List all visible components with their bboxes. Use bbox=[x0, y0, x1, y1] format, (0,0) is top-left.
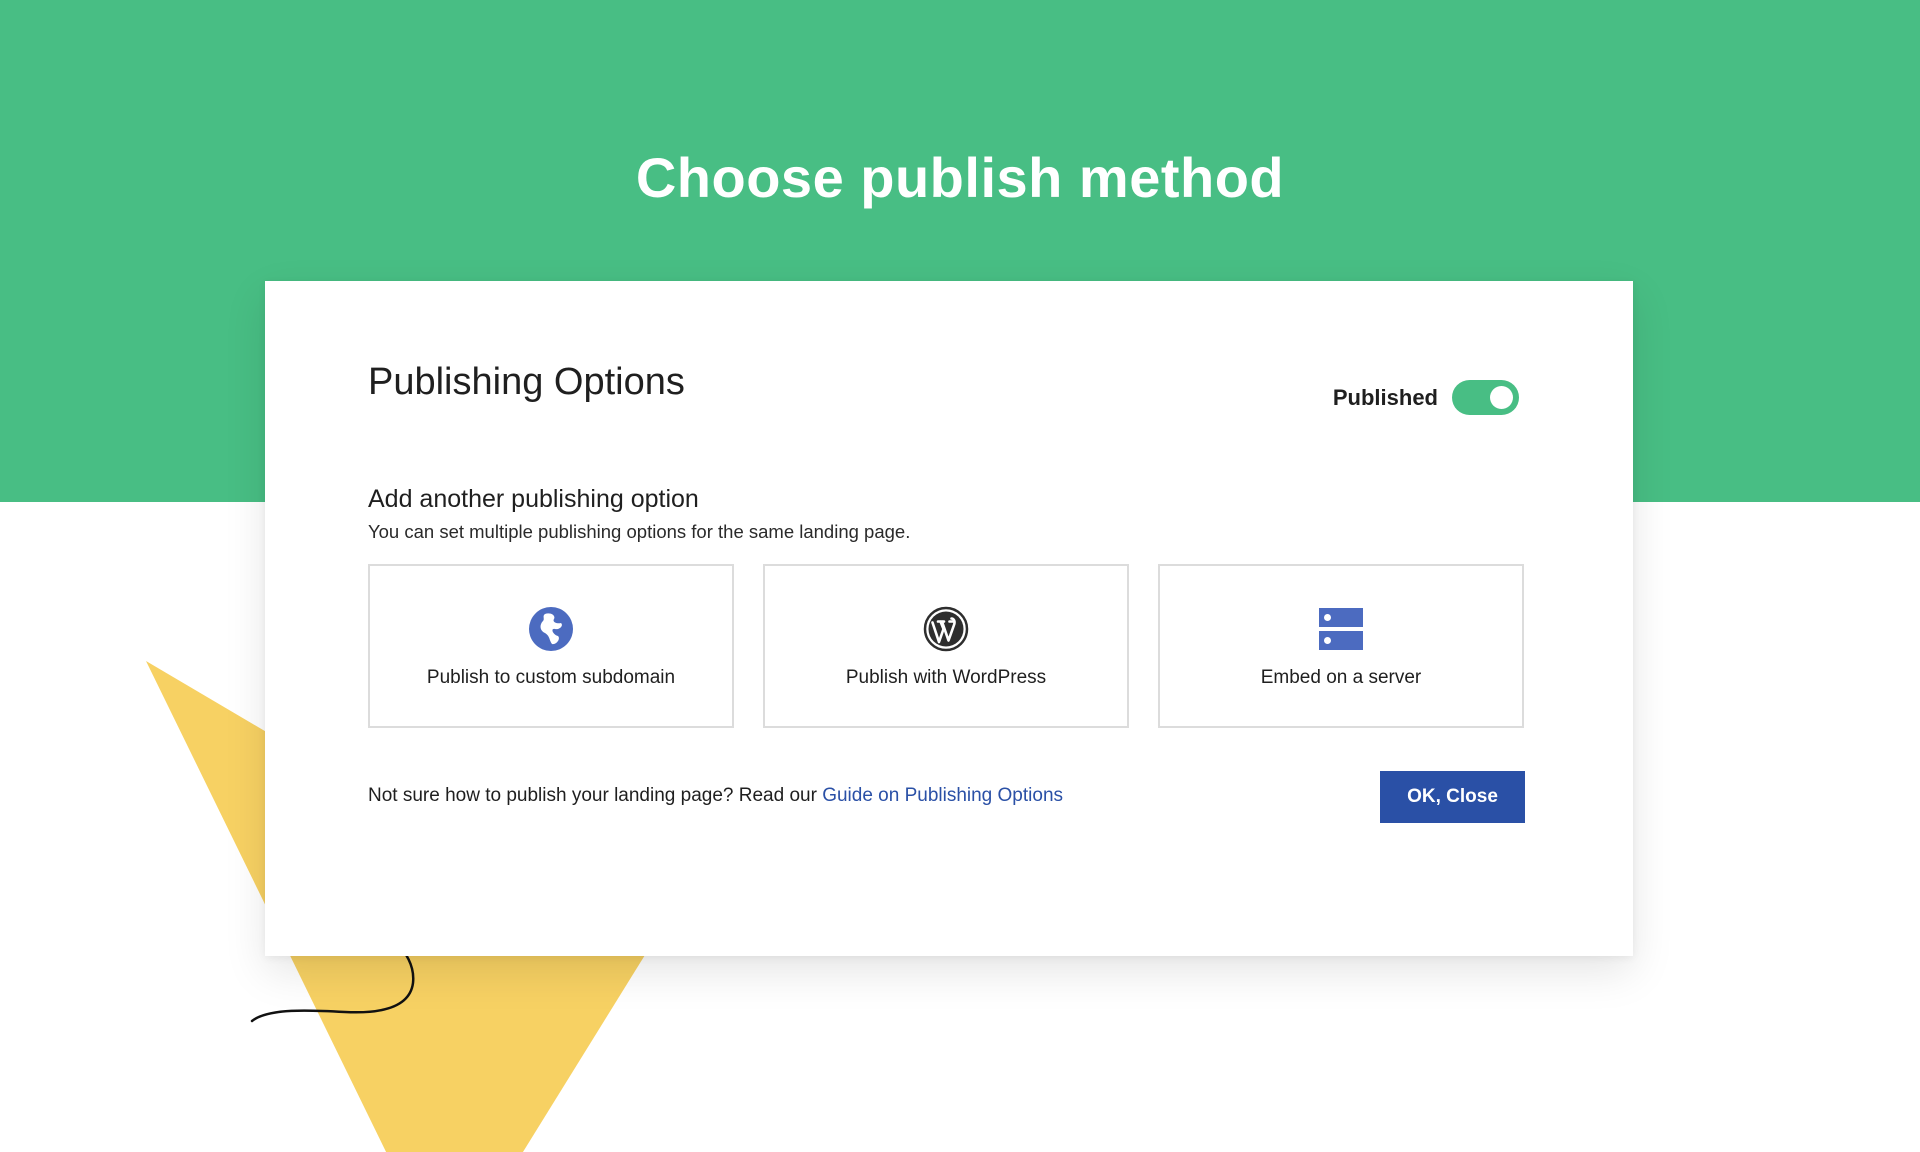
page-heading: Choose publish method bbox=[635, 146, 1285, 209]
published-toggle[interactable] bbox=[1452, 380, 1519, 415]
published-status: Published bbox=[1333, 380, 1519, 415]
help-text-body: Not sure how to publish your landing pag… bbox=[368, 785, 823, 806]
globe-icon bbox=[529, 607, 573, 651]
dialog-title: Publishing Options bbox=[368, 361, 685, 403]
publishing-options-dialog: Publishing Options Published Add another… bbox=[265, 281, 1633, 956]
option-embed-server[interactable]: Embed on a server bbox=[1158, 564, 1524, 728]
guide-link[interactable]: Guide on Publishing Options bbox=[822, 785, 1063, 806]
option-custom-subdomain[interactable]: Publish to custom subdomain bbox=[368, 564, 734, 728]
toggle-knob bbox=[1490, 386, 1513, 409]
wordpress-icon bbox=[923, 606, 969, 652]
help-text: Not sure how to publish your landing pag… bbox=[368, 785, 1063, 807]
server-icon bbox=[1319, 608, 1363, 650]
ok-close-button[interactable]: OK, Close bbox=[1380, 771, 1525, 823]
option-wordpress[interactable]: Publish with WordPress bbox=[763, 564, 1129, 728]
option-label: Embed on a server bbox=[1260, 667, 1422, 688]
section-subtitle: You can set multiple publishing options … bbox=[368, 521, 911, 542]
option-label: Publish to custom subdomain bbox=[426, 667, 676, 688]
publishing-option-list: Publish to custom subdomain Publish with… bbox=[368, 564, 1524, 728]
published-label: Published bbox=[1332, 384, 1438, 410]
option-label: Publish with WordPress bbox=[845, 667, 1047, 688]
section-title: Add another publishing option bbox=[368, 485, 699, 513]
